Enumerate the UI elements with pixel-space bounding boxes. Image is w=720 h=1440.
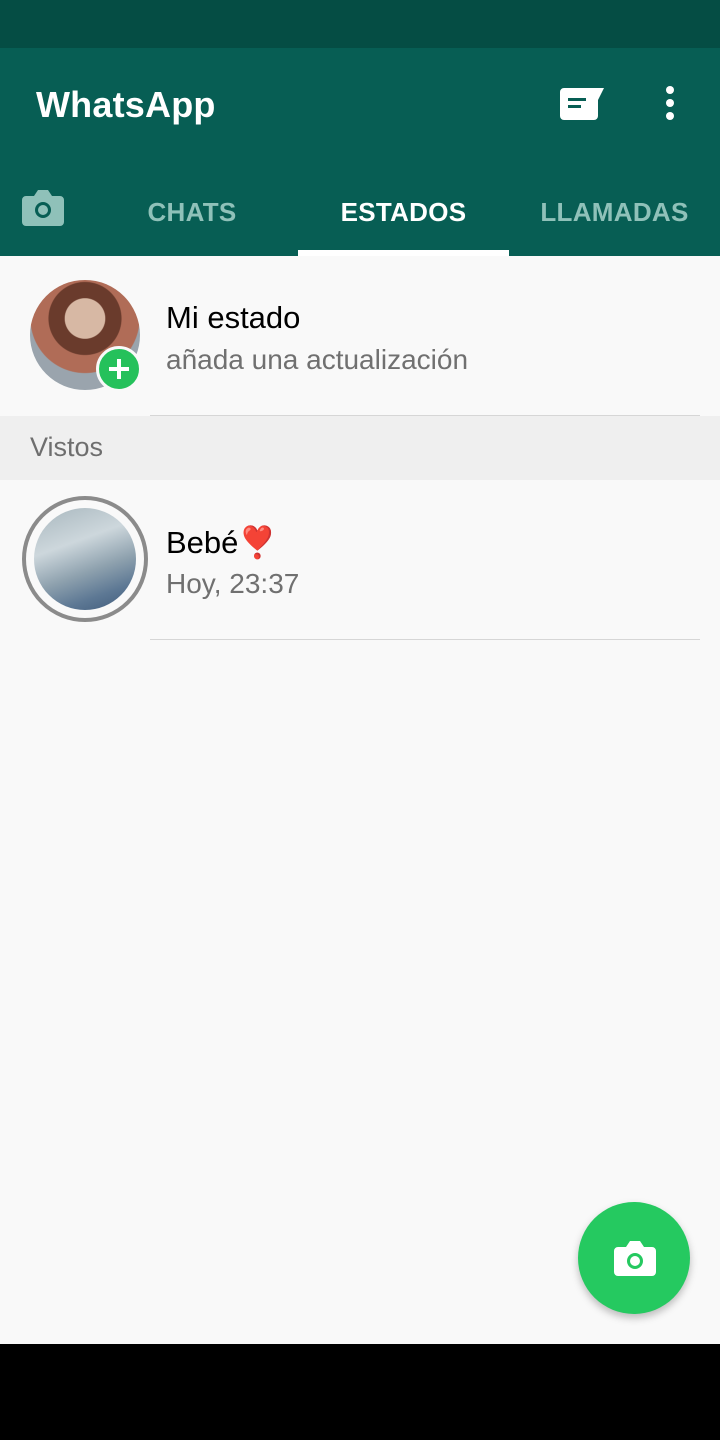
- tab-llamadas[interactable]: LLAMADAS: [509, 168, 720, 256]
- plus-icon: [96, 346, 142, 392]
- tab-chats[interactable]: CHATS: [86, 168, 298, 256]
- app-title: WhatsApp: [36, 84, 216, 125]
- camera-fab-button[interactable]: [578, 1202, 690, 1314]
- status-list: Mi estado añada una actualización Vistos…: [0, 256, 720, 1344]
- message-icon[interactable]: [558, 86, 606, 122]
- section-header-viewed: Vistos: [0, 416, 720, 480]
- status-bar: [0, 0, 720, 48]
- tab-camera[interactable]: [0, 168, 86, 256]
- camera-icon: [22, 190, 64, 226]
- divider: [150, 639, 700, 640]
- camera-icon: [614, 1241, 656, 1276]
- tab-estados[interactable]: ESTADOS: [298, 168, 509, 256]
- avatar: [34, 508, 136, 610]
- tab-bar: CHATS ESTADOS LLAMADAS: [0, 168, 720, 256]
- contact-name: Bebé❣️: [166, 525, 277, 560]
- more-vert-icon[interactable]: [654, 84, 686, 124]
- app-bar: WhatsApp CHATS ESTADOS LLAMADAS: [0, 48, 720, 256]
- navigation-bar: [0, 1344, 720, 1440]
- my-status-title: Mi estado: [166, 300, 301, 335]
- status-time: Hoy, 23:37: [166, 568, 300, 599]
- status-ring: [22, 496, 148, 622]
- status-contact-row[interactable]: Bebé❣️ Hoy, 23:37: [0, 480, 720, 640]
- section-header-label: Vistos: [30, 432, 104, 462]
- my-status-row[interactable]: Mi estado añada una actualización: [0, 256, 720, 416]
- my-status-subtitle: añada una actualización: [166, 344, 469, 375]
